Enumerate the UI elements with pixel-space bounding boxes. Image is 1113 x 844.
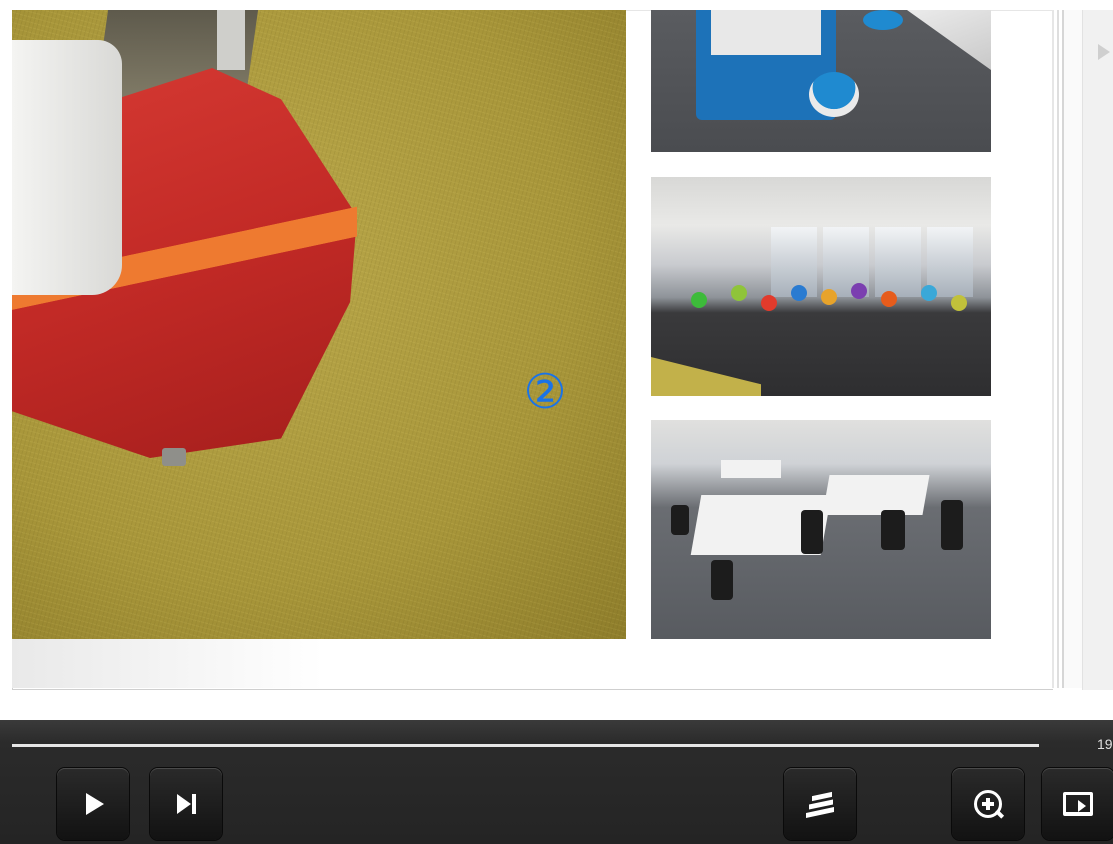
page-progress-slider[interactable] <box>12 744 1039 747</box>
photo-wall-panel <box>217 10 245 70</box>
play-icon <box>86 793 104 815</box>
chair-white-panel <box>12 40 122 295</box>
section-marker: ② <box>523 364 567 420</box>
toc-button[interactable] <box>784 768 856 840</box>
play-button[interactable] <box>57 768 129 840</box>
catalog-viewer: ② 19 <box>0 0 1113 844</box>
zoom-in-button[interactable] <box>952 768 1024 840</box>
page-footer-shadow <box>12 639 1052 688</box>
photo-blue-desk <box>651 10 991 152</box>
next-page-arrow-icon[interactable] <box>1098 44 1110 60</box>
chair-foot <box>162 448 186 466</box>
zoom-in-icon <box>974 790 1005 819</box>
player-control-bar: 19 <box>0 720 1113 844</box>
carpet-photo <box>12 10 626 639</box>
page-number: 19 <box>1097 736 1113 752</box>
photo-classroom <box>651 177 991 396</box>
page-stack-icon <box>806 791 834 818</box>
next-page-preview[interactable] <box>1082 10 1113 690</box>
photo-open-office <box>651 420 991 639</box>
skip-next-icon <box>176 794 196 814</box>
next-page-button[interactable] <box>150 768 222 840</box>
book-play-icon <box>1063 792 1093 816</box>
page-stack-edge <box>1052 10 1082 688</box>
slideshow-button[interactable] <box>1042 768 1113 840</box>
